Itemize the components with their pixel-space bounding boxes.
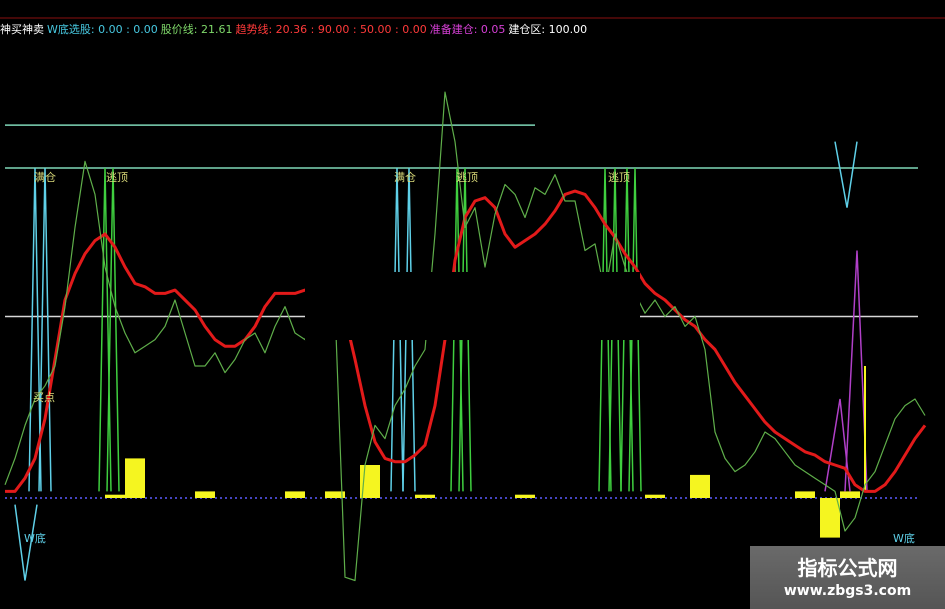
volume-bar bbox=[105, 494, 125, 498]
purple-spike-tall bbox=[844, 250, 868, 492]
volume-bar bbox=[195, 491, 215, 498]
label-escape-top-2: 逃顶 bbox=[456, 171, 478, 184]
watermark-url: www.zbgs3.com bbox=[783, 583, 912, 599]
indicator-name[interactable]: 神买神卖 bbox=[0, 21, 44, 37]
watermark-title: 指标公式网 bbox=[797, 556, 898, 580]
volume-bar bbox=[285, 491, 305, 498]
volume-bar bbox=[795, 491, 815, 498]
stock-price-readout: 股价线: 21.61 bbox=[160, 23, 233, 36]
label-buy-point: 买点 bbox=[33, 391, 55, 404]
volume-bar bbox=[125, 458, 145, 498]
trend-readout: 趋势线: 20.36 : 90.00 : 50.00 : 0.00 bbox=[235, 23, 427, 36]
label-escape-top-3: 逃顶 bbox=[608, 171, 630, 184]
chart-window: 神买神卖 W底选股: 0.00 : 0.00 股价线: 21.61 趋势线: 2… bbox=[0, 0, 945, 609]
prepare-build-readout: 准备建仓: 0.05 bbox=[429, 23, 506, 36]
label-full-position-1: 满仓 bbox=[34, 171, 56, 184]
w-bottom-readout: W底选股: 0.00 : 0.00 bbox=[47, 23, 158, 36]
label-w-bottom-2: W底 bbox=[893, 532, 915, 545]
signal-spike bbox=[106, 167, 120, 492]
label-full-position-2: 满仓 bbox=[394, 171, 416, 184]
volume-bar bbox=[415, 494, 435, 498]
label-w-bottom-1: W底 bbox=[24, 532, 46, 545]
indicator-header: 神买神卖 W底选股: 0.00 : 0.00 股价线: 21.61 趋势线: 2… bbox=[0, 20, 590, 38]
volume-bar bbox=[840, 491, 860, 498]
trend-line bbox=[5, 189, 927, 493]
label-escape-top-1: 逃顶 bbox=[106, 171, 128, 184]
occlusion-band bbox=[305, 272, 640, 340]
build-zone-readout: 建仓区: 100.00 bbox=[508, 23, 588, 36]
watermark: 指标公式网 www.zbgs3.com bbox=[750, 546, 945, 609]
volume-bar bbox=[690, 474, 710, 498]
volume-bar bbox=[645, 494, 665, 498]
w-marker-top-right bbox=[834, 141, 858, 208]
signal-spike bbox=[98, 167, 112, 492]
indicator-chart bbox=[0, 17, 945, 582]
volume-bar bbox=[515, 494, 535, 498]
volume-bar bbox=[820, 498, 840, 538]
